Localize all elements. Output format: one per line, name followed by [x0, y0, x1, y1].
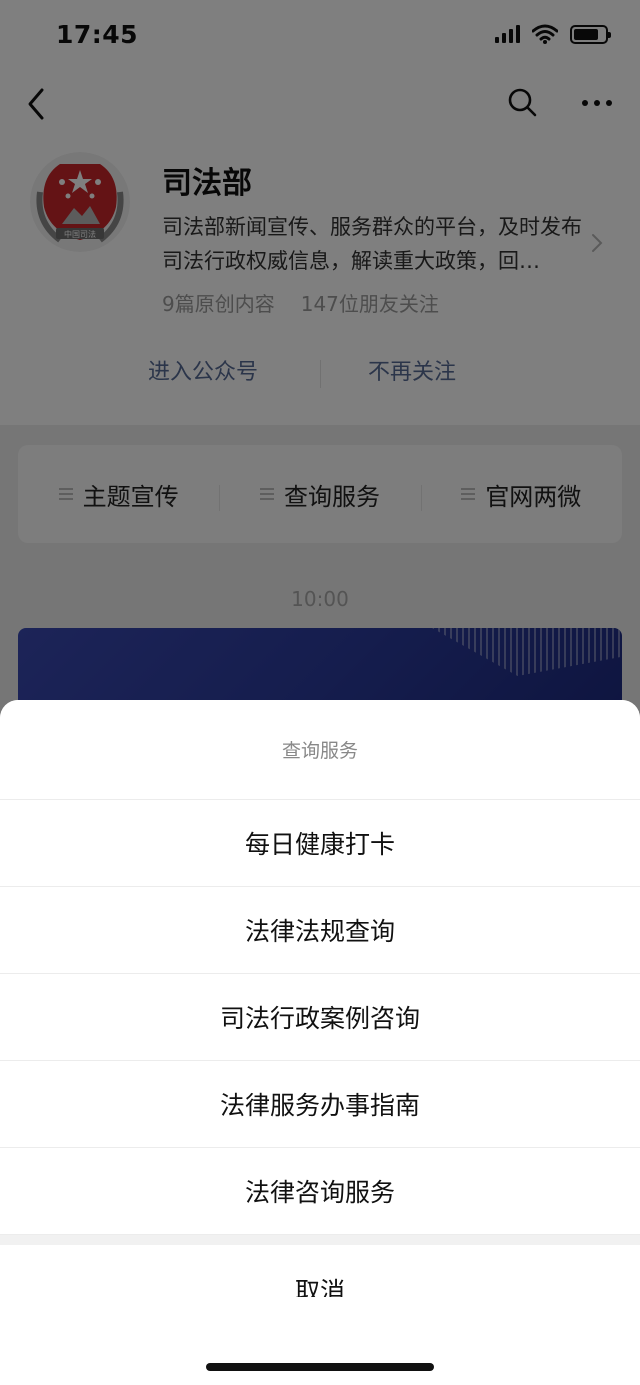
- sheet-gap: [0, 1235, 640, 1245]
- safe-area: [0, 1297, 640, 1385]
- option-service-guide[interactable]: 法律服务办事指南: [0, 1061, 640, 1148]
- action-sheet: 查询服务 每日健康打卡 法律法规查询 司法行政案例咨询 法律服务办事指南 法律咨…: [0, 700, 640, 1385]
- option-law-query[interactable]: 法律法规查询: [0, 887, 640, 974]
- option-case-consultation[interactable]: 司法行政案例咨询: [0, 974, 640, 1061]
- action-sheet-title: 查询服务: [0, 700, 640, 800]
- option-legal-consultation[interactable]: 法律咨询服务: [0, 1148, 640, 1235]
- option-daily-health-checkin[interactable]: 每日健康打卡: [0, 800, 640, 887]
- home-indicator[interactable]: [206, 1363, 434, 1371]
